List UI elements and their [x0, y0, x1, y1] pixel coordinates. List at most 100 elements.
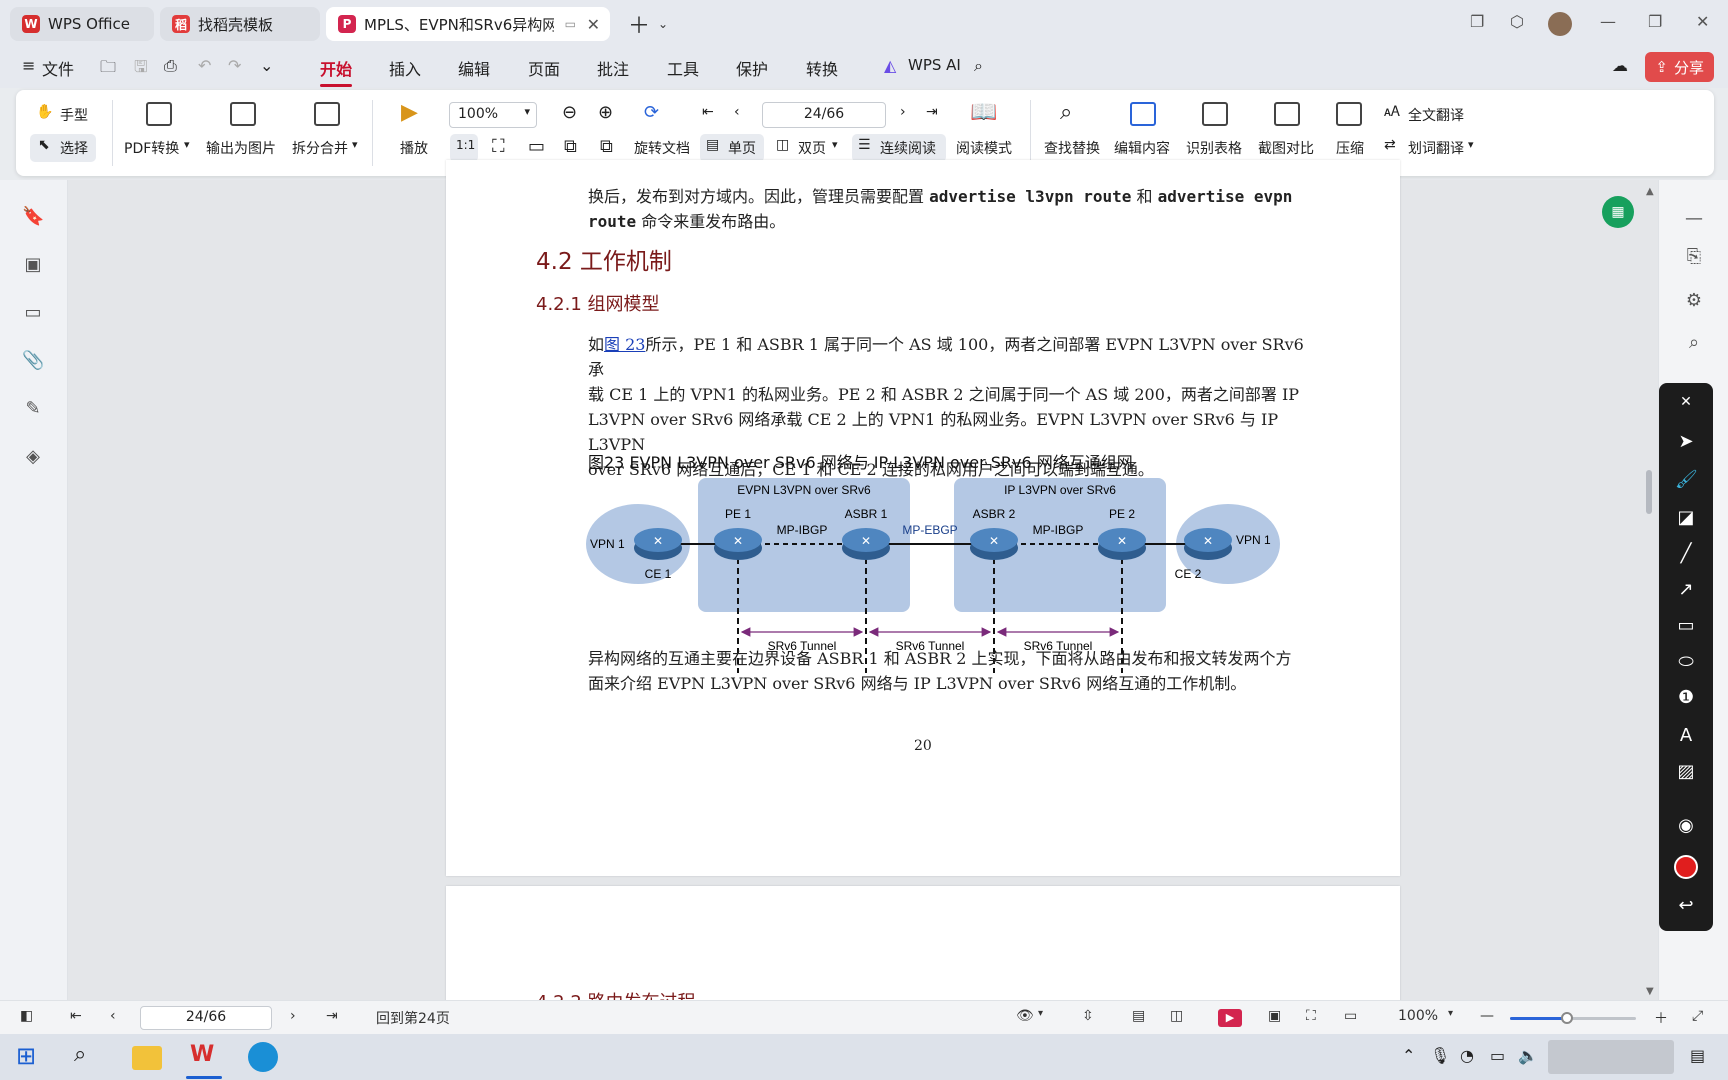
continuous-view-icon[interactable]: ⇳ — [1082, 1008, 1094, 1024]
chevron-down-icon[interactable]: ▾ — [184, 138, 190, 151]
new-tab-button[interactable]: ＋ — [628, 8, 650, 40]
sidebar-toggle-icon[interactable]: ◧ — [20, 1008, 33, 1024]
chevron-down-icon[interactable]: ▾ — [1038, 1008, 1043, 1019]
thumbnail-icon[interactable]: ▣ — [22, 254, 44, 276]
actual-size-icon[interactable]: ▣ — [1268, 1008, 1281, 1024]
rotate-document-button[interactable]: 旋转文档 — [634, 138, 690, 158]
rotate-pages-icon[interactable]: ⟳ — [644, 102, 659, 123]
pdf-convert-button[interactable]: PDF转换 — [124, 138, 179, 158]
chevron-down-icon[interactable]: ▾ — [832, 138, 838, 151]
play-button[interactable]: ▶ — [1218, 1009, 1242, 1027]
zoom-out-icon[interactable]: ⊖ — [562, 102, 577, 123]
menu-insert[interactable]: 插入 — [389, 56, 421, 80]
redo-icon[interactable]: ↷ — [228, 56, 241, 75]
search-icon[interactable]: ⌕ — [1683, 332, 1705, 354]
menu-page[interactable]: 页面 — [528, 56, 560, 80]
page-number-input[interactable]: 24/66 — [762, 102, 886, 128]
bookmark-icon[interactable]: 🔖 — [22, 206, 44, 228]
record-icon[interactable]: ◉ — [1675, 815, 1697, 837]
zoom-in-icon[interactable]: ⊕ — [598, 102, 613, 123]
rotate-left-icon[interactable]: ⧉ — [564, 136, 577, 157]
red-color-icon[interactable] — [1674, 855, 1698, 879]
fit-page-icon[interactable]: ⛶ — [1306, 1008, 1316, 1024]
chevron-up-icon[interactable]: ⌃ — [1402, 1046, 1415, 1065]
fit-page-icon[interactable]: ⛶ — [492, 136, 505, 157]
tab-current-document[interactable]: P MPLS、EVPN和SRv6异构网络 ▭ ✕ — [326, 7, 610, 41]
microphone-icon[interactable]: 🎙 — [1430, 1046, 1450, 1065]
menu-wps-ai[interactable]: WPS AI — [908, 56, 961, 74]
text-icon[interactable]: A — [1675, 725, 1697, 747]
last-page-icon[interactable]: ⇥ — [926, 104, 938, 120]
zoom-slider-knob[interactable] — [1560, 1012, 1573, 1024]
prev-page-icon[interactable]: ‹ — [734, 104, 740, 120]
battery-icon[interactable]: ▭ — [1490, 1046, 1505, 1065]
next-page-icon[interactable]: › — [900, 104, 906, 120]
excel-icon[interactable]: ▦ — [1602, 196, 1634, 228]
print-icon[interactable]: ⎙ — [164, 56, 177, 76]
fit-width-icon[interactable]: ▭ — [528, 136, 545, 157]
chevron-down-icon[interactable]: ▾ — [1468, 138, 1474, 151]
numbering-icon[interactable]: ❶ — [1675, 687, 1697, 709]
fullscreen-icon[interactable]: ⤢ — [1692, 1008, 1703, 1024]
whiteboard-icon[interactable]: ▨ — [1675, 761, 1697, 783]
settings-sliders-icon[interactable]: ⚙ — [1683, 290, 1705, 312]
search-icon[interactable]: ⌕ — [74, 1042, 104, 1072]
volume-icon[interactable]: 🔈 — [1518, 1046, 1538, 1065]
zoom-out-icon[interactable]: — — [1480, 1008, 1494, 1024]
minus-icon[interactable]: — — [1683, 208, 1705, 230]
menu-protect[interactable]: 保护 — [736, 56, 768, 80]
window-layout-icon[interactable]: ❐ — [1470, 12, 1484, 31]
wifi-icon[interactable]: ◔ — [1460, 1046, 1474, 1065]
tab-wps-office[interactable]: W WPS Office — [10, 7, 154, 41]
comment-icon[interactable]: ▭ — [22, 302, 44, 324]
clock-area[interactable] — [1548, 1040, 1674, 1074]
zoom-slider[interactable] — [1510, 1012, 1636, 1024]
tab-template[interactable]: 稻 找稻壳模板 — [160, 7, 320, 41]
find-replace-button[interactable]: 查找替换 — [1044, 138, 1100, 158]
layers-icon[interactable]: ◈ — [22, 446, 44, 468]
double-page-view-icon[interactable]: ◫ — [1170, 1008, 1183, 1024]
menu-file[interactable]: 文件 — [42, 56, 74, 80]
fit-width-icon[interactable]: ▭ — [1344, 1008, 1357, 1024]
arrow-icon[interactable]: ↗ — [1675, 579, 1697, 601]
play-button[interactable]: 播放 — [400, 138, 428, 158]
edge-icon[interactable] — [248, 1042, 278, 1072]
eraser-icon[interactable]: ◪ — [1675, 507, 1697, 529]
recognize-table-button[interactable]: 识别表格 — [1186, 138, 1242, 158]
undo-icon[interactable]: ↩ — [1675, 895, 1697, 917]
open-folder-icon[interactable]: 🗀 — [100, 56, 116, 83]
zoom-in-icon[interactable]: ＋ — [1654, 1008, 1668, 1028]
menu-start[interactable]: 开始 — [320, 56, 353, 87]
save-icon[interactable]: 🖫 — [134, 56, 148, 83]
read-mode-button[interactable]: 阅读模式 — [956, 138, 1012, 158]
cube-icon[interactable]: ⬡ — [1510, 12, 1524, 31]
edit-content-button[interactable]: 编辑内容 — [1114, 138, 1170, 158]
split-merge-button[interactable]: 拆分合并 — [292, 138, 348, 158]
figure-link[interactable]: 图 23 — [604, 335, 645, 354]
double-page-button[interactable]: 双页 — [798, 138, 826, 158]
file-explorer-icon[interactable] — [132, 1046, 162, 1070]
share-button[interactable]: ⇪ 分享 — [1645, 52, 1714, 82]
line-icon[interactable]: ╱ — [1675, 543, 1697, 565]
page-input[interactable]: 24/66 — [140, 1006, 272, 1030]
menu-annotate[interactable]: 批注 — [597, 56, 629, 80]
eye-icon[interactable]: 👁 — [1016, 1008, 1034, 1024]
scroll-down-icon[interactable]: ▼ — [1646, 986, 1654, 997]
first-page-icon[interactable]: ⇤ — [702, 104, 714, 120]
close-icon[interactable]: ✕ — [1675, 391, 1697, 413]
close-window-icon[interactable]: ✕ — [1696, 12, 1709, 31]
hamburger-icon[interactable]: ≡ — [22, 56, 35, 75]
close-tab-icon[interactable]: ✕ — [587, 15, 600, 34]
rectangle-icon[interactable]: ▭ — [1675, 615, 1697, 637]
monitor-icon[interactable]: ▭ — [565, 17, 576, 31]
first-page-icon[interactable]: ⇤ — [70, 1008, 82, 1024]
rotate-right-icon[interactable]: ⧉ — [600, 136, 613, 157]
menu-tools[interactable]: 工具 — [667, 56, 699, 80]
attachment-icon[interactable]: 📎 — [22, 350, 44, 372]
zoom-select[interactable]: 100% ▾ — [449, 102, 537, 128]
undo-icon[interactable]: ↶ — [198, 56, 211, 75]
back-to-page-link[interactable]: 回到第24页 — [376, 1008, 450, 1028]
notification-icon[interactable]: ▤ — [1690, 1046, 1705, 1065]
search-icon[interactable]: ⌕ — [974, 56, 983, 76]
chevron-down-icon[interactable]: ▾ — [352, 138, 358, 151]
